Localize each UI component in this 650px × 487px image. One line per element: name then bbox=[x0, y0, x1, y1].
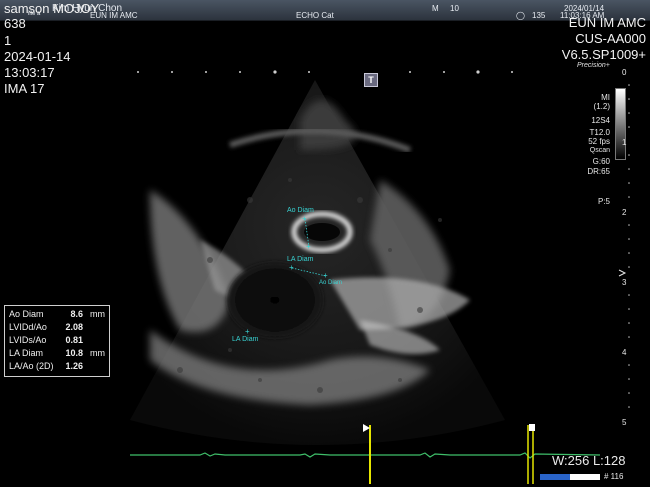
frame-count: # 116 bbox=[604, 472, 624, 481]
orientation-marker: T bbox=[364, 73, 378, 87]
result-row: LVIDs/Ao 0.81 bbox=[9, 335, 107, 346]
caliper-la-end[interactable]: + bbox=[323, 272, 328, 280]
brand-label: Precision+ bbox=[577, 62, 610, 69]
la-diam-label-bottom: LA Diam bbox=[232, 336, 259, 343]
result-value: 0.81 bbox=[65, 335, 83, 345]
result-name: Ao Diam bbox=[9, 309, 44, 319]
frame-progress-bar[interactable] bbox=[540, 474, 600, 480]
ao-diam-label-small: Ao Diam bbox=[319, 280, 343, 286]
series-number: 1 bbox=[4, 33, 12, 48]
depth-0: 0 bbox=[622, 68, 627, 77]
study-date: 2024-01-14 bbox=[4, 49, 71, 64]
caliper-la-marker[interactable]: + bbox=[245, 328, 250, 336]
ultrasound-image[interactable] bbox=[0, 0, 650, 487]
result-row: LA Diam 10.8 mm bbox=[9, 348, 107, 359]
institution: EUN IM AMC bbox=[568, 15, 646, 30]
patient-id: 638 bbox=[4, 16, 26, 31]
result-row: Ao Diam 8.6 mm bbox=[9, 309, 107, 320]
window-level: W:256 L:128 bbox=[552, 453, 626, 468]
probe-label: 12S4 bbox=[591, 116, 610, 125]
caliper-ao-start[interactable]: + bbox=[302, 215, 307, 223]
depth-4: 4 bbox=[622, 348, 627, 357]
result-unit: mm bbox=[90, 309, 105, 319]
result-name: LA Diam bbox=[9, 348, 44, 358]
dr-label: DR:65 bbox=[587, 167, 610, 176]
result-name: LA/Ao (2D) bbox=[9, 361, 54, 371]
gain-label: G:60 bbox=[592, 157, 610, 166]
qscan-label: Qscan bbox=[589, 147, 610, 154]
la-diam-label-top: LA Diam bbox=[287, 256, 314, 263]
study-time: 13:03:17 bbox=[4, 65, 55, 80]
result-value: 8.6 bbox=[70, 309, 83, 319]
result-value: 1.26 bbox=[65, 361, 83, 371]
frame-progress-fill bbox=[540, 474, 570, 480]
caliper-ao-end[interactable]: + bbox=[306, 243, 311, 251]
record-icon[interactable]: ◯ bbox=[516, 11, 525, 20]
caliper-la-start[interactable]: + bbox=[289, 264, 294, 272]
software-version: V6.5.SP1009+ bbox=[561, 47, 646, 62]
ultrasound-viewer: Kim Hyun Chon ille a EUN IM AMC ECHO Cat… bbox=[0, 0, 650, 487]
cursor-left-marker-icon[interactable] bbox=[363, 424, 370, 432]
result-row: LA/Ao (2D) 1.26 bbox=[9, 361, 107, 372]
device-id: CUS-AA000 bbox=[575, 31, 646, 46]
result-value: 2.08 bbox=[65, 322, 83, 332]
result-row: LVIDd/Ao 2.08 bbox=[9, 322, 107, 333]
tis-label: T12.0 bbox=[589, 128, 610, 137]
persistence-label: P:5 bbox=[597, 197, 610, 206]
patient-name: samson MOJOY bbox=[4, 1, 100, 16]
result-name: LVIDs/Ao bbox=[9, 335, 47, 345]
mi-value: (1.2) bbox=[593, 102, 610, 111]
mi-label: MI bbox=[601, 93, 610, 102]
result-value: 10.8 bbox=[65, 348, 83, 358]
exam-label: ECHO Cat bbox=[296, 11, 334, 20]
depth-1: 1 bbox=[622, 138, 627, 147]
depth-2: 2 bbox=[622, 208, 627, 217]
indicator-value: 135 bbox=[532, 11, 546, 20]
mode-label: M bbox=[432, 4, 439, 13]
fps-label: 52 fps bbox=[588, 137, 610, 146]
ao-diam-label: Ao Diam bbox=[287, 207, 314, 214]
result-name: LVIDd/Ao bbox=[9, 322, 47, 332]
grayscale-bar bbox=[615, 88, 626, 160]
measurement-results: Ao Diam 8.6 mm LVIDd/Ao 2.08 LVIDs/Ao 0.… bbox=[4, 305, 110, 377]
mode-value: 10 bbox=[450, 4, 459, 13]
cursor-right-marker-icon[interactable] bbox=[529, 424, 535, 431]
result-unit: mm bbox=[90, 348, 105, 358]
image-number: IMA 17 bbox=[4, 81, 45, 96]
depth-3: 3 bbox=[622, 278, 627, 287]
